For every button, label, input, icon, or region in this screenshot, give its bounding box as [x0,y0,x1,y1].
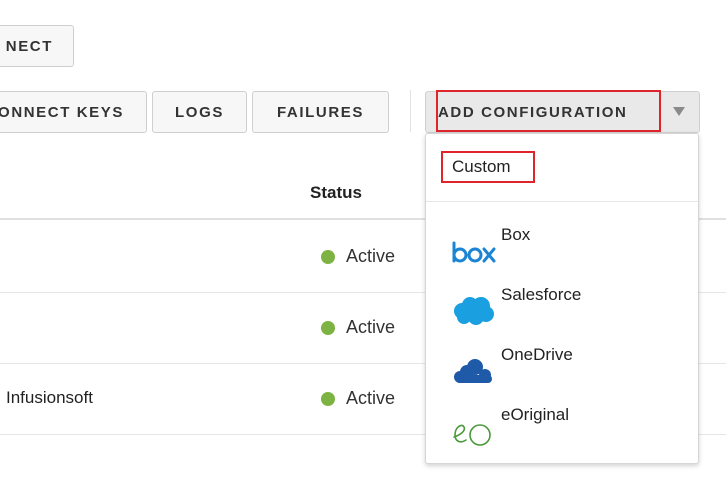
menu-item-eoriginal-label: eOriginal [501,405,570,424]
add-configuration-button[interactable]: ADD CONFIGURATION [425,91,700,133]
logs-button-label: LOGS [175,103,224,121]
eoriginal-logo-icon [453,424,491,446]
status-cell: Active [321,388,395,409]
menu-item-box-label: Box [501,225,531,244]
connect-button-label: NECT [5,37,53,55]
menu-item-custom-label: Custom [452,157,511,176]
menu-item-onedrive-label: OneDrive [501,345,573,364]
status-active-dot-icon [321,320,335,335]
connect-button[interactable]: NECT [0,25,74,67]
menu-item-onedrive[interactable]: OneDrive [426,345,698,397]
add-configuration-dropdown: Custom Box Salesforce OneDrive eOriginal [425,133,699,464]
box-logo-icon [452,241,496,263]
failures-button-label: FAILURES [277,103,364,121]
status-cell: Active [321,317,395,338]
onedrive-cloud-icon [454,359,492,383]
toolbar-divider [410,90,411,132]
status-active-dot-icon [321,249,335,264]
status-cell: Active [321,246,395,267]
failures-button[interactable]: FAILURES [252,91,389,133]
menu-item-salesforce[interactable]: Salesforce [426,285,698,337]
status-text: Active [346,246,396,266]
menu-item-eoriginal[interactable]: eOriginal [426,405,698,457]
menu-item-salesforce-label: Salesforce [501,285,582,304]
menu-item-box[interactable]: Box [426,225,698,277]
status-active-dot-icon [321,391,335,406]
page: NECT ONNECT KEYS LOGS FAILURES ADD CONFI… [0,0,726,501]
connect-keys-button-label: ONNECT KEYS [0,103,124,121]
caret-down-icon[interactable] [673,107,685,116]
salesforce-cloud-icon [454,297,494,325]
row-name: Infusionsoft [6,388,93,407]
menu-item-custom[interactable]: Custom [441,151,535,183]
menu-divider [426,201,698,202]
status-text: Active [346,317,396,337]
add-configuration-label: ADD CONFIGURATION [438,103,628,121]
status-column-header: Status [310,183,362,202]
status-text: Active [346,388,396,408]
connect-keys-button[interactable]: ONNECT KEYS [0,91,147,133]
logs-button[interactable]: LOGS [152,91,247,133]
